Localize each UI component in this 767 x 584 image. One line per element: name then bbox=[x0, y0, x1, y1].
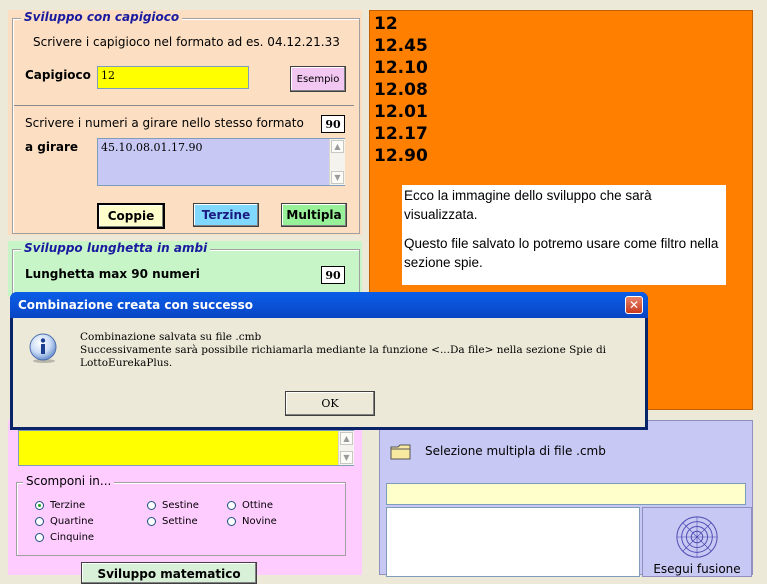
output-line: 12 bbox=[374, 14, 398, 34]
dialog-message-line-3: LottoEurekaPlus. bbox=[80, 357, 173, 369]
dialog-body: Combinazione salvata su file .cmb Succes… bbox=[13, 318, 645, 427]
info-box: Ecco la immagine dello sviluppo che sarà… bbox=[402, 185, 726, 285]
scroll-up-icon[interactable]: ▲ bbox=[331, 140, 344, 153]
scroll-down-icon[interactable]: ▼ bbox=[340, 451, 353, 464]
radio-quartine[interactable]: Quartine bbox=[35, 516, 94, 527]
sviluppo-matematico-button[interactable]: Sviluppo matematico bbox=[81, 562, 257, 584]
output-line: 12.10 bbox=[374, 58, 428, 78]
radio-sestine[interactable]: Sestine bbox=[147, 500, 199, 511]
fusion-label: Selezione multipla di file .cmb bbox=[425, 444, 606, 458]
lunghetta-label: Lunghetta max 90 numeri bbox=[25, 267, 200, 281]
fusion-input[interactable] bbox=[386, 483, 746, 505]
radio-icon[interactable] bbox=[147, 517, 156, 526]
dialog-message-line-1: Combinazione salvata su file .cmb bbox=[80, 331, 262, 343]
fusion-file-list[interactable] bbox=[386, 507, 640, 577]
lunghetta-title: Sviluppo lunghetta in ambi bbox=[21, 241, 211, 255]
radio-settine[interactable]: Settine bbox=[147, 516, 198, 527]
output-line: 12.90 bbox=[374, 146, 428, 166]
multipla-button[interactable]: Multipla bbox=[281, 203, 347, 227]
capigioco-input[interactable]: 12 bbox=[97, 66, 249, 89]
radio-icon[interactable] bbox=[227, 501, 236, 510]
output-lines: 12 12.45 12.10 12.08 12.01 12.17 12.90 bbox=[374, 13, 428, 167]
radio-label: Sestine bbox=[162, 500, 199, 511]
girare-scrollbar[interactable]: ▲ ▼ bbox=[329, 139, 345, 185]
radio-label: Novine bbox=[242, 516, 277, 527]
scroll-down-icon[interactable]: ▼ bbox=[331, 171, 344, 184]
girare-textarea[interactable]: 45.10.08.01.17.90 bbox=[97, 138, 345, 186]
radio-terzine[interactable]: Terzine bbox=[35, 500, 85, 511]
radio-label: Ottine bbox=[242, 500, 273, 511]
dialog-titlebar[interactable]: Combinazione creata con successo ✕ bbox=[10, 292, 648, 318]
esegui-fusione-label: Esegui fusione bbox=[653, 562, 741, 576]
folder-icon[interactable] bbox=[390, 441, 412, 461]
girare-instruction: Scrivere i numeri a girare nello stesso … bbox=[25, 116, 304, 130]
esegui-fusione-button[interactable]: Esegui fusione bbox=[642, 507, 752, 577]
girare-count-badge: 90 bbox=[321, 115, 345, 133]
radio-icon[interactable] bbox=[35, 517, 44, 526]
lunghetta-count-badge: 90 bbox=[321, 266, 345, 284]
scroll-up-icon[interactable]: ▲ bbox=[340, 432, 353, 445]
lunghetta-scrollbar[interactable]: ▲ ▼ bbox=[338, 431, 354, 465]
ok-button[interactable]: OK bbox=[285, 391, 375, 416]
dialog-message-line-2: Successivamente sarà possibile richiamar… bbox=[80, 344, 607, 356]
esempio-button[interactable]: Esempio bbox=[290, 66, 346, 92]
radio-cinquine[interactable]: Cinquine bbox=[35, 532, 94, 543]
girare-label: a girare bbox=[25, 140, 79, 154]
radio-icon[interactable] bbox=[35, 533, 44, 542]
capigioco-instruction: Scrivere i capigioco nel formato ad es. … bbox=[33, 35, 340, 49]
dialog-title: Combinazione creata con successo bbox=[18, 298, 254, 312]
lunghetta-input[interactable] bbox=[18, 430, 354, 466]
divider bbox=[14, 105, 354, 106]
output-line: 12.45 bbox=[374, 36, 428, 56]
radio-novine[interactable]: Novine bbox=[227, 516, 277, 527]
output-line: 12.08 bbox=[374, 80, 428, 100]
scomponi-legend: Scomponi in... bbox=[23, 474, 115, 488]
info-line-2: Questo file salvato lo potremo usare com… bbox=[404, 236, 719, 270]
radio-label: Cinquine bbox=[50, 532, 95, 543]
coppie-button[interactable]: Coppie bbox=[97, 203, 165, 229]
radio-label: Settine bbox=[162, 516, 198, 527]
info-icon bbox=[27, 332, 59, 364]
output-line: 12.01 bbox=[374, 102, 428, 122]
capigioco-label: Capigioco bbox=[25, 68, 91, 82]
fusion-panel: Selezione multipla di file .cmb Esegui f… bbox=[379, 420, 753, 577]
dialog-message: Combinazione salvata su file .cmb Succes… bbox=[80, 331, 640, 370]
info-line-1: Ecco la immagine dello sviluppo che sarà… bbox=[404, 188, 652, 222]
scomponi-panel: ▲ ▼ Scomponi in... Terzine Quartine Cinq… bbox=[8, 420, 362, 584]
output-line: 12.17 bbox=[374, 124, 428, 144]
capigioco-title: Sviluppo con capigioco bbox=[21, 10, 183, 24]
terzine-button[interactable]: Terzine bbox=[193, 203, 259, 227]
radio-icon[interactable] bbox=[147, 501, 156, 510]
lunghetta-panel: Sviluppo lunghetta in ambi Lunghetta max… bbox=[8, 241, 362, 301]
radio-icon[interactable] bbox=[227, 517, 236, 526]
radio-ottine[interactable]: Ottine bbox=[227, 500, 273, 511]
radio-selected-icon[interactable] bbox=[35, 501, 44, 510]
capigioco-panel: Sviluppo con capigioco Scrivere i capigi… bbox=[8, 10, 362, 235]
radio-label: Terzine bbox=[50, 500, 86, 511]
success-dialog: Combinazione creata con successo ✕ Combi bbox=[10, 292, 648, 430]
spiral-icon bbox=[676, 516, 718, 558]
radio-label: Quartine bbox=[50, 516, 94, 527]
close-icon[interactable]: ✕ bbox=[625, 296, 643, 314]
